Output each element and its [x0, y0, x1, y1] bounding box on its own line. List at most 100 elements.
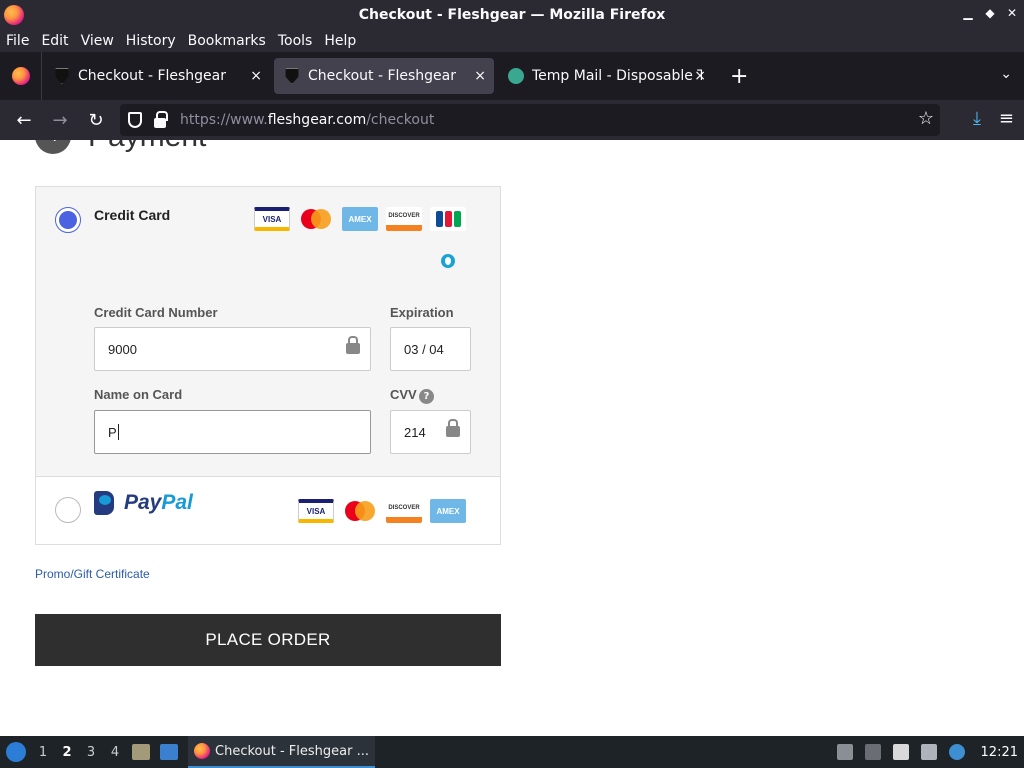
tempmail-favicon-icon [508, 68, 524, 84]
menu-view[interactable]: View [75, 30, 120, 52]
tab-temp-mail[interactable]: Temp Mail - Disposable Te × [498, 58, 714, 94]
step-number-badge: 4 [35, 140, 71, 154]
file-manager-icon[interactable] [132, 744, 150, 760]
cvv-input[interactable]: 214 [390, 410, 471, 454]
maximize-icon[interactable]: ◆ [984, 6, 996, 20]
menu-edit[interactable]: Edit [35, 30, 74, 52]
forward-icon[interactable]: → [42, 104, 78, 136]
menu-bar: File Edit View History Bookmarks Tools H… [0, 30, 1024, 52]
url-bar[interactable]: https://www.fleshgear.com/checkout ☆ [120, 104, 940, 136]
paypal-p-icon [94, 491, 114, 515]
menu-help[interactable]: Help [318, 30, 362, 52]
visa-icon: VISA [254, 207, 290, 231]
name-on-card-value: P [108, 424, 117, 440]
fleshgear-favicon-icon [285, 68, 299, 84]
reload-icon[interactable]: ↻ [78, 104, 114, 136]
start-menu-icon[interactable] [6, 742, 26, 762]
network-icon[interactable] [920, 744, 937, 760]
jcb-icon [430, 207, 466, 231]
system-tray: 12:21 [836, 736, 1024, 768]
firefox-icon [194, 743, 210, 759]
close-icon[interactable]: ✕ [1006, 6, 1018, 20]
expiration-label: Expiration [390, 305, 454, 320]
tab-close-icon[interactable]: × [694, 68, 706, 84]
cvv-help-icon[interactable]: ? [419, 389, 434, 404]
notes-icon[interactable] [836, 744, 853, 760]
paypal-wordmark: PayPal [124, 491, 193, 515]
credit-card-label: Credit Card [94, 207, 171, 223]
bookmark-star-icon[interactable]: ☆ [918, 108, 934, 129]
workspace-3[interactable]: 3 [84, 745, 98, 760]
paypal-wordmark-pal: Pal [161, 491, 193, 514]
window-titlebar: Checkout - Fleshgear — Mozilla Firefox ▁… [0, 0, 1024, 30]
workspace-1[interactable]: 1 [36, 745, 50, 760]
amex-icon: AMEX [342, 207, 378, 231]
url-prefix: https://www. [180, 112, 268, 128]
mastercard-icon [342, 499, 378, 523]
menu-bookmarks[interactable]: Bookmarks [182, 30, 272, 52]
credit-card-option: Credit Card VISA AMEX DISCOVER Credit Ca… [36, 187, 500, 477]
tab-label: Checkout - Fleshgear [308, 68, 457, 84]
taskbar-firefox-task[interactable]: Checkout - Fleshgear ... [188, 736, 375, 768]
back-icon[interactable]: ← [6, 104, 42, 136]
discover-icon: DISCOVER [386, 207, 422, 231]
paypal-radio[interactable] [55, 497, 81, 523]
menu-history[interactable]: History [120, 30, 182, 52]
payment-methods: Credit Card VISA AMEX DISCOVER Credit Ca… [35, 186, 501, 545]
paypal-option: PayPal VISA DISCOVER AMEX [36, 477, 500, 544]
menu-tools[interactable]: Tools [272, 30, 319, 52]
step-title: Payment [88, 140, 206, 154]
tab-label: Checkout - Fleshgear [78, 68, 227, 84]
firefox-view-button[interactable] [0, 52, 42, 100]
cvv-value: 214 [404, 424, 426, 440]
clock[interactable]: 12:21 [981, 745, 1018, 760]
name-on-card-input[interactable]: P [94, 410, 371, 454]
lock-icon[interactable] [154, 111, 168, 128]
task-label: Checkout - Fleshgear ... [215, 743, 369, 759]
tab-close-icon[interactable]: × [250, 68, 262, 84]
navigation-bar: ← → ↻ https://www.fleshgear.com/checkout… [0, 100, 1024, 140]
new-tab-icon[interactable]: + [730, 64, 748, 89]
tracking-protection-icon[interactable] [128, 112, 142, 128]
firefox-logo-icon [4, 5, 24, 25]
page-content: 4 Payment Credit Card VISA AMEX DISCOVER… [0, 140, 1024, 736]
mastercard-icon [298, 207, 334, 231]
url-domain: fleshgear.com [267, 112, 367, 128]
promo-gift-link[interactable]: Promo/Gift Certificate [35, 567, 150, 581]
updates-icon[interactable] [948, 744, 965, 760]
list-tabs-icon[interactable]: ⌄ [1000, 66, 1012, 82]
url-path: /checkout [366, 112, 435, 128]
credit-card-radio[interactable] [55, 207, 81, 233]
text-caret [117, 424, 119, 440]
place-order-button[interactable]: PLACE ORDER [35, 614, 501, 666]
workspace-4[interactable]: 4 [108, 745, 122, 760]
expiration-input[interactable]: 03 / 04 [390, 327, 471, 371]
hamburger-menu-icon[interactable]: ≡ [999, 108, 1014, 129]
clipboard-icon[interactable] [892, 744, 909, 760]
discover-icon: DISCOVER [386, 499, 422, 523]
amex-icon: AMEX [430, 499, 466, 523]
desktop-icon[interactable] [160, 744, 178, 760]
paypal-wordmark-pay: Pay [124, 491, 162, 514]
padlock-icon [446, 419, 460, 437]
card-number-label: Credit Card Number [94, 305, 218, 320]
downloads-icon[interactable]: ⤓ [973, 108, 981, 129]
name-on-card-label: Name on Card [94, 387, 183, 402]
fleshgear-favicon-icon [55, 68, 69, 84]
tab-checkout-2[interactable]: Checkout - Fleshgear × [274, 58, 494, 94]
card-number-input[interactable]: 9000 [94, 327, 371, 371]
minimize-icon[interactable]: ▁ [962, 6, 974, 20]
tab-checkout-1[interactable]: Checkout - Fleshgear × [44, 58, 270, 94]
menu-file[interactable]: File [0, 30, 35, 52]
workspace-2[interactable]: 2 [60, 745, 74, 760]
tab-bar: Checkout - Fleshgear × Checkout - Fleshg… [0, 52, 1024, 100]
tab-label: Temp Mail - Disposable Te [532, 68, 702, 84]
window-title: Checkout - Fleshgear — Mozilla Firefox [358, 7, 666, 23]
mute-icon[interactable] [864, 744, 881, 760]
toolbar-right: ⤓ ≡ [973, 108, 1014, 129]
window-controls: ▁ ◆ ✕ [962, 6, 1018, 20]
cvv-label: CVV [390, 387, 417, 402]
tab-close-icon[interactable]: × [474, 68, 486, 84]
paypal-logo[interactable]: PayPal [94, 491, 193, 515]
url-text[interactable]: https://www.fleshgear.com/checkout [180, 112, 434, 128]
